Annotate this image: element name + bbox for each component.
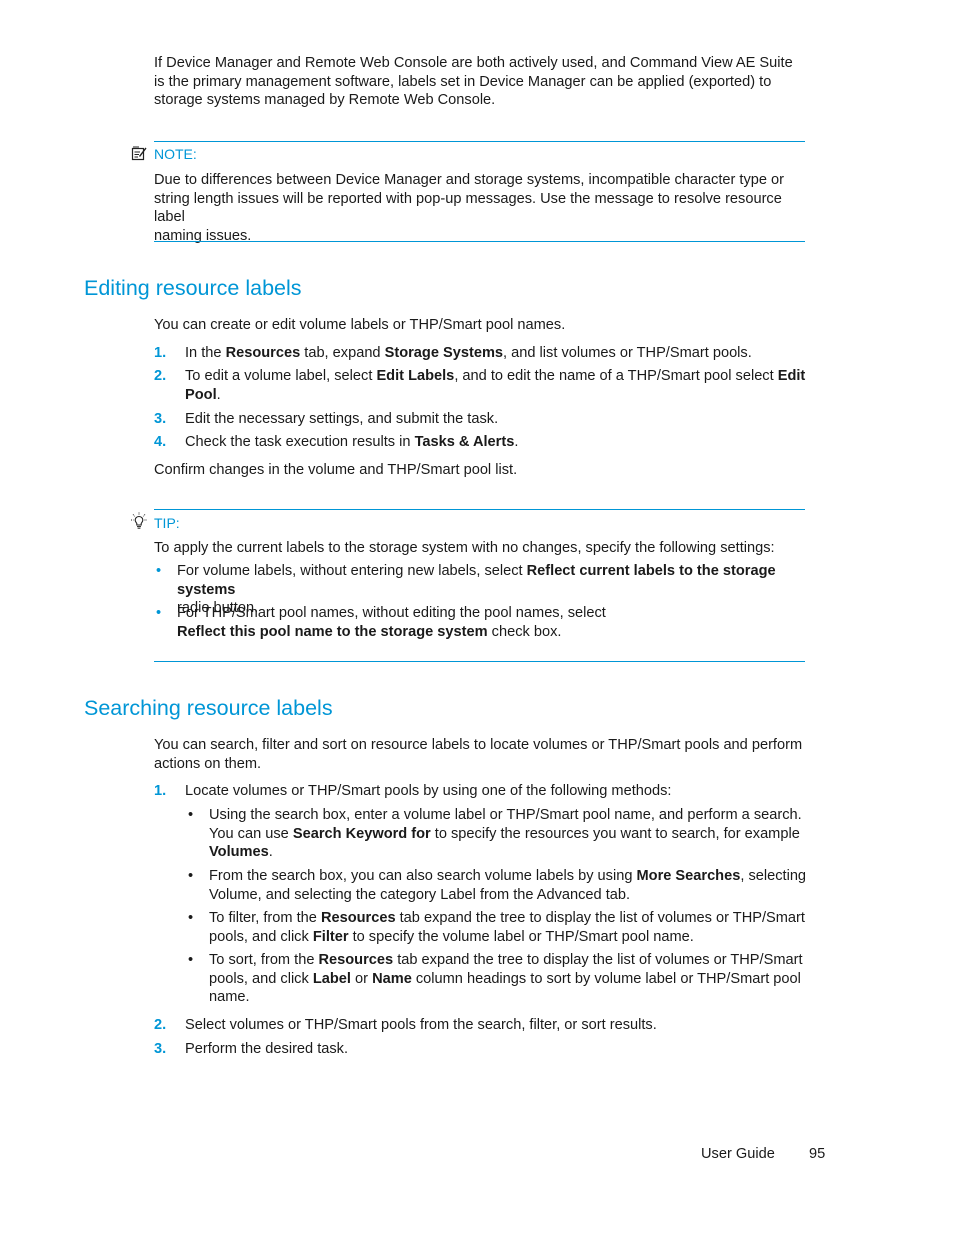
bullet-icon: • (156, 605, 162, 621)
lightbulb-icon (131, 512, 147, 529)
editing-step-1: In the Resources tab, expand Storage Sys… (185, 345, 752, 361)
tip-top-rule (154, 509, 805, 510)
editing-step-4: Check the task execution results in Task… (185, 434, 519, 450)
editing-step-3: Edit the necessary settings, and submit … (185, 411, 499, 427)
searching-step-1: Locate volumes or THP/Smart pools by usi… (185, 783, 672, 799)
searching-intro: You can search, filter and sort on resou… (154, 737, 803, 772)
method-more-searches: From the search box, you can also search… (209, 868, 807, 903)
step-number: 3. (154, 1041, 167, 1057)
method-filter: To filter, from the Resources tab expand… (209, 910, 805, 945)
tip-label: TIP: (154, 515, 180, 531)
intro-line: is the primary management software, labe… (154, 73, 772, 90)
note-icon (131, 146, 147, 161)
step-number: 1. (154, 783, 167, 799)
bullet-icon: • (188, 807, 194, 823)
step-number: 4. (154, 434, 167, 450)
tip-intro: To apply the current labels to the stora… (154, 540, 775, 556)
editing-intro: You can create or edit volume labels or … (154, 317, 566, 333)
step-number: 2. (154, 368, 167, 384)
note-label: NOTE: (154, 146, 197, 162)
intro-paragraph: If Device Manager and Remote Web Console… (154, 54, 834, 110)
editing-step-2: To edit a volume label, select Edit Labe… (185, 368, 806, 403)
step-number: 2. (154, 1017, 167, 1033)
section-heading-searching: Searching resource labels (84, 696, 333, 720)
note-line: string length issues will be reported wi… (154, 190, 782, 226)
note-body: Due to differences between Device Manage… (154, 171, 814, 245)
footer-guide-title: User Guide (701, 1146, 775, 1162)
method-search-box: Using the search box, enter a volume lab… (209, 807, 802, 860)
note-line: Due to differences between Device Manage… (154, 172, 785, 188)
step-number: 3. (154, 411, 167, 427)
bullet-icon: • (188, 868, 194, 884)
step-number: 1. (154, 345, 167, 361)
intro-line: If Device Manager and Remote Web Console… (154, 55, 793, 71)
page-number: 95 (809, 1146, 826, 1162)
note-top-rule (154, 141, 805, 142)
section-heading-editing: Editing resource labels (84, 276, 302, 300)
searching-step-2: Select volumes or THP/Smart pools from t… (185, 1017, 657, 1033)
bullet-icon: • (156, 563, 162, 579)
editing-confirm: Confirm changes in the volume and THP/Sm… (154, 462, 518, 478)
note-line: naming issues. (154, 227, 252, 244)
tip-bullet-2: For THP/Smart pool names, without editin… (177, 605, 606, 640)
bullet-icon: • (188, 910, 194, 926)
tip-bottom-rule (154, 661, 805, 662)
intro-line: storage systems managed by Remote Web Co… (154, 92, 496, 108)
bullet-icon: • (188, 952, 194, 968)
note-bottom-rule (154, 241, 805, 242)
method-sort: To sort, from the Resources tab expand t… (209, 952, 803, 1005)
searching-step-3: Perform the desired task. (185, 1041, 349, 1057)
